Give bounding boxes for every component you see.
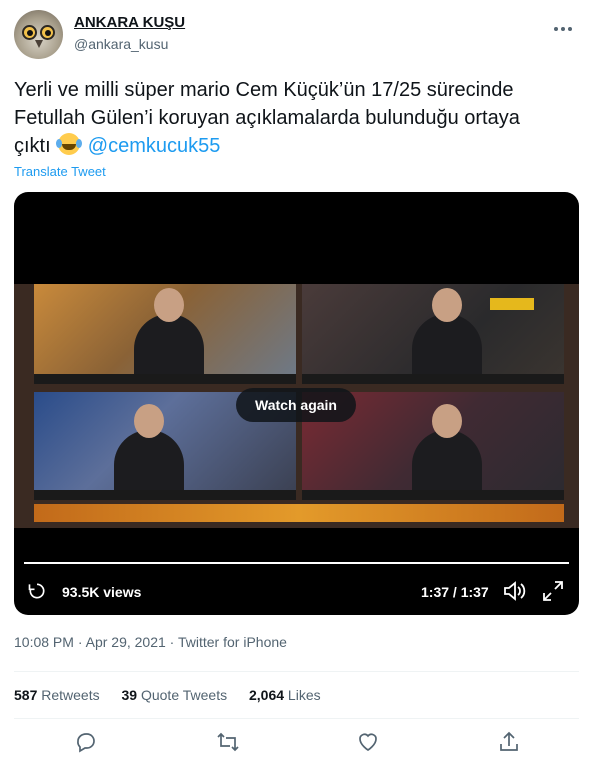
owl-beak [35, 40, 43, 48]
video-player[interactable]: Watch again 93.5K views 1:37 / 1:37 [14, 192, 579, 615]
meta-separator: · [73, 634, 86, 650]
caption-bar [302, 374, 564, 384]
ticker-strip [34, 504, 564, 522]
divider [14, 671, 579, 672]
retweets-count: 587 [14, 687, 38, 703]
owl-eye-right [40, 25, 55, 40]
tweet-actions [0, 730, 591, 760]
watch-again-button[interactable]: Watch again [236, 388, 356, 422]
retweets-stat[interactable]: 587 Retweets [14, 687, 100, 703]
quote-tweets-label: Quote Tweets [137, 687, 228, 703]
fullscreen-icon[interactable] [542, 580, 564, 602]
tweet-source-link[interactable]: Twitter for iPhone [178, 634, 287, 650]
tweet-stats: 587 Retweets 39 Quote Tweets 2,064 Likes [14, 687, 339, 703]
share-icon[interactable] [497, 730, 521, 754]
caption-bar [302, 490, 564, 500]
avatar[interactable] [14, 10, 63, 59]
video-panel [302, 284, 564, 384]
author-handle[interactable]: @ankara_kusu [74, 36, 168, 52]
volume-icon[interactable] [502, 580, 526, 602]
retweets-label: Retweets [37, 687, 100, 703]
quote-tweets-count: 39 [121, 687, 138, 703]
likes-count: 2,064 [248, 687, 285, 703]
likes-stat[interactable]: 2,064 Likes [249, 687, 321, 703]
tweet-header: ANKARA KUŞU @ankara_kusu [14, 10, 579, 60]
meta-separator: · [165, 634, 178, 650]
like-icon[interactable] [356, 730, 380, 754]
quote-tweets-stat[interactable]: 39 Quote Tweets [122, 687, 228, 703]
progress-bar[interactable] [24, 562, 569, 564]
tweet-text: Yerli ve milli süper mario Cem Küçük’ün … [14, 76, 554, 160]
retweet-icon[interactable] [216, 730, 240, 754]
face-with-tears-of-joy-icon [56, 133, 81, 155]
more-icon[interactable] [553, 16, 573, 37]
tweet-meta: 10:08 PM · Apr 29, 2021 · Twitter for iP… [14, 634, 287, 650]
caption-bar [34, 374, 296, 384]
author-name[interactable]: ANKARA KUŞU [74, 14, 185, 31]
playback-time: 1:37 / 1:37 [421, 584, 489, 600]
mention-link[interactable]: @cemkucuk55 [88, 135, 221, 157]
replay-icon[interactable] [27, 581, 47, 601]
reply-icon[interactable] [74, 730, 98, 754]
video-controls: 93.5K views 1:37 / 1:37 [14, 577, 579, 607]
tweet-date-link[interactable]: Apr 29, 2021 [86, 634, 166, 650]
tweet-time-link[interactable]: 10:08 PM [14, 634, 74, 650]
view-count: 93.5K views [62, 584, 142, 600]
owl-eye-left [22, 25, 37, 40]
divider [14, 718, 579, 719]
live-badge [490, 298, 534, 310]
translate-tweet-link[interactable]: Translate Tweet [14, 164, 106, 179]
caption-bar [34, 490, 296, 500]
video-panel [34, 284, 296, 384]
likes-label: Likes [284, 687, 321, 703]
